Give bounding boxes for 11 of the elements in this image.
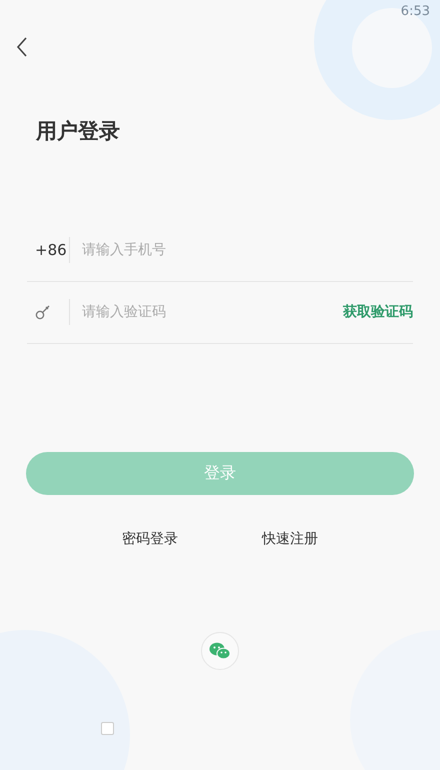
wechat-button[interactable] [201,632,239,670]
status-time: 6:53 [400,3,430,22]
key-icon [35,304,51,320]
country-code[interactable]: +86 [27,238,69,262]
text-link[interactable]: 密码登录 [122,528,178,550]
chat-bubbles-icon [209,642,231,660]
code-field[interactable]: 请输入验证码 [80,300,343,324]
page-title: 用户登录 [36,118,120,145]
text-link[interactable]: 快速注册 [262,528,318,550]
phone-field[interactable]: 请输入手机号 [80,238,413,262]
agreement-checkbox[interactable] [101,722,114,734]
